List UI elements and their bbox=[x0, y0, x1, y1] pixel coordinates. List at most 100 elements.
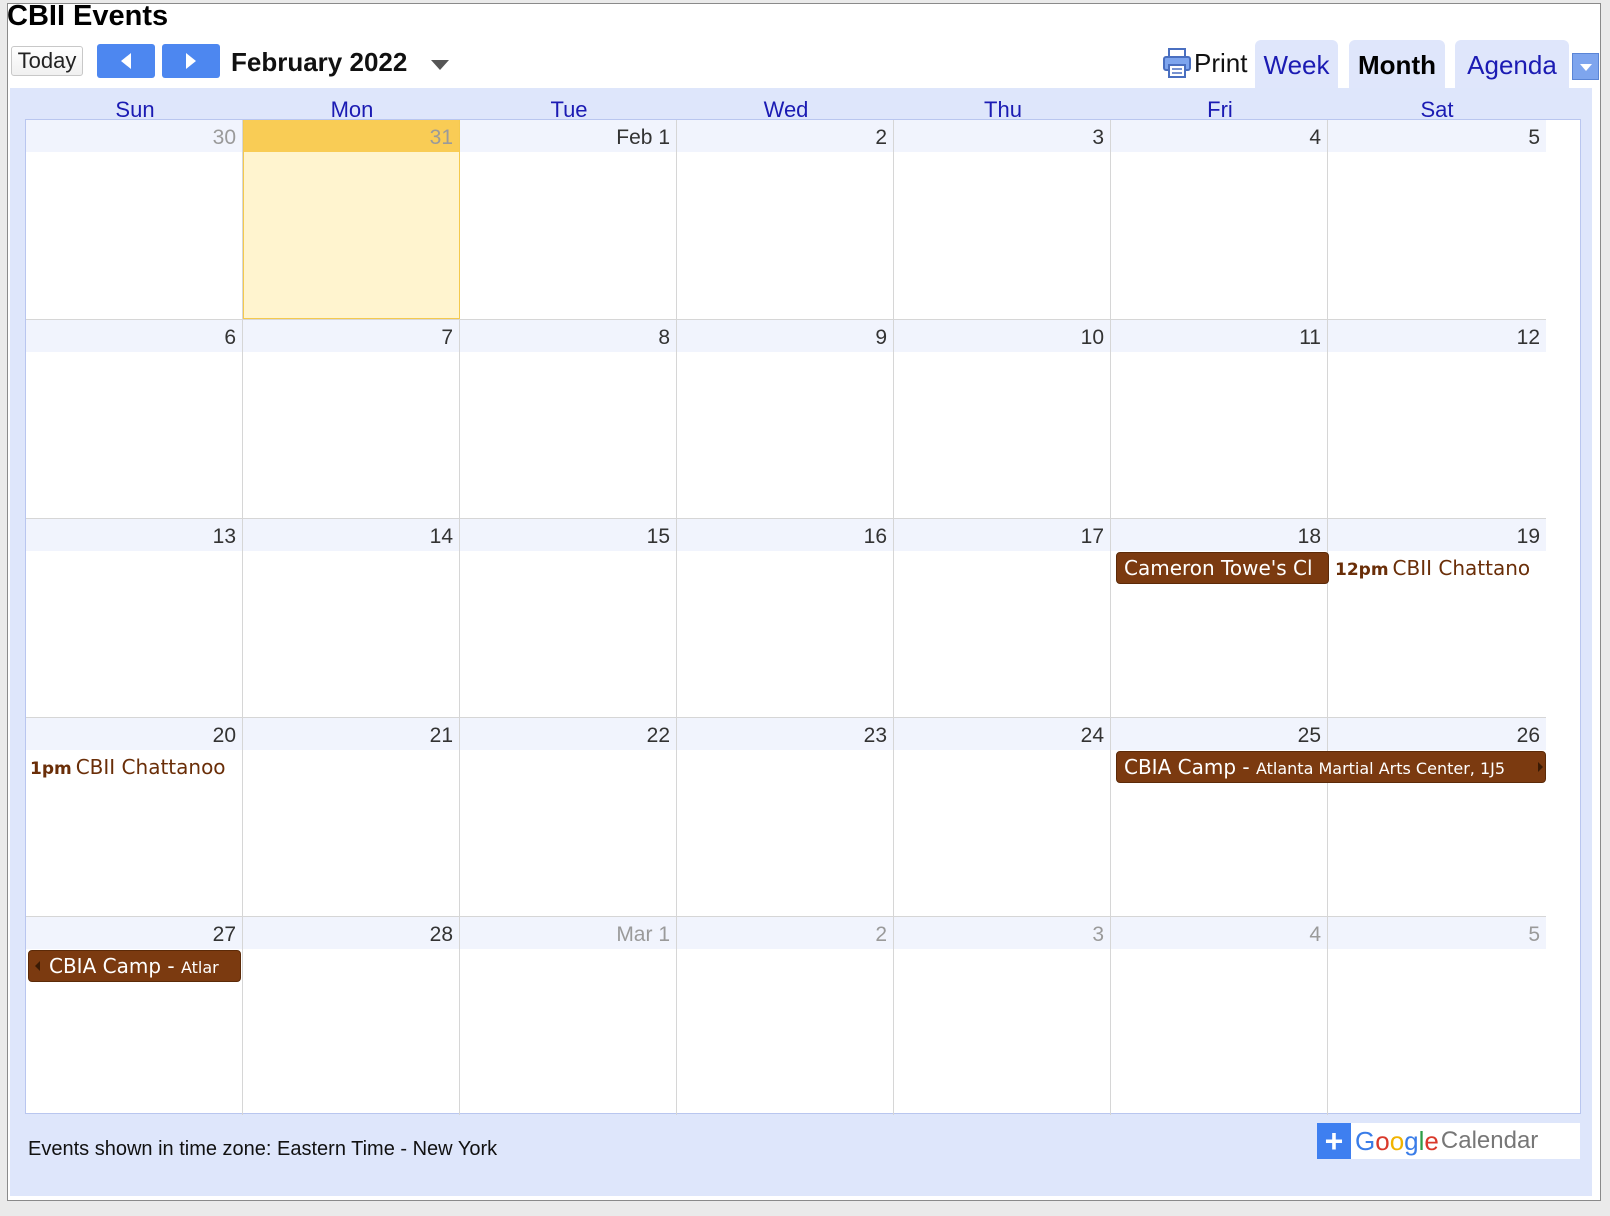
day-cell[interactable]: 16 bbox=[677, 518, 894, 717]
day-cell[interactable]: 15 bbox=[460, 518, 677, 717]
day-number: 14 bbox=[243, 519, 459, 551]
event-title: CBIA Camp bbox=[49, 954, 162, 978]
day-number: 5 bbox=[1328, 917, 1546, 949]
day-cell[interactable]: 11 bbox=[1111, 319, 1328, 518]
day-number: 31 bbox=[244, 120, 459, 152]
day-number: 21 bbox=[243, 718, 459, 750]
event-time: 1pm bbox=[30, 759, 72, 779]
google-logo: Google bbox=[1355, 1125, 1439, 1156]
event-time: 12pm bbox=[1335, 560, 1389, 580]
chevron-right-icon bbox=[186, 53, 196, 69]
chevron-down-icon bbox=[431, 60, 449, 70]
day-cell[interactable]: 27 bbox=[26, 916, 243, 1115]
day-cell[interactable]: 21 bbox=[243, 717, 460, 916]
day-cell[interactable]: 25 bbox=[1111, 717, 1328, 916]
day-number: 5 bbox=[1328, 120, 1546, 152]
chevron-left-icon bbox=[121, 53, 131, 69]
today-button[interactable]: Today bbox=[11, 46, 83, 76]
day-number: 12 bbox=[1328, 320, 1546, 352]
continues-left-icon bbox=[35, 961, 40, 971]
day-cell[interactable]: 3 bbox=[894, 916, 1111, 1115]
day-cell[interactable]: 30 bbox=[26, 120, 243, 319]
day-cell[interactable]: 17 bbox=[894, 518, 1111, 717]
event-separator: - bbox=[161, 954, 181, 978]
day-number: 24 bbox=[894, 718, 1110, 750]
plus-icon: + bbox=[1317, 1123, 1351, 1159]
day-cell[interactable]: 8 bbox=[460, 319, 677, 518]
print-button[interactable]: Print bbox=[1162, 44, 1247, 82]
chevron-down-icon bbox=[1579, 63, 1592, 71]
day-cell[interactable]: 7 bbox=[243, 319, 460, 518]
day-cell[interactable]: 5 bbox=[1328, 120, 1546, 319]
day-number: 20 bbox=[26, 718, 242, 750]
day-cell[interactable]: 3 bbox=[894, 120, 1111, 319]
previous-month-button[interactable] bbox=[97, 44, 155, 78]
event-cbia-camp[interactable]: CBIA Camp - Atlanta Martial Arts Center,… bbox=[1116, 751, 1546, 783]
day-number: 13 bbox=[26, 519, 242, 551]
tab-month[interactable]: Month bbox=[1349, 40, 1445, 90]
continues-right-icon bbox=[1538, 762, 1543, 772]
view-options-dropdown[interactable] bbox=[1572, 53, 1599, 80]
day-cell[interactable]: 19 bbox=[1328, 518, 1546, 717]
day-number: 22 bbox=[460, 718, 676, 750]
event-cbia-camp-continued[interactable]: CBIA Camp - Atlar bbox=[28, 950, 241, 982]
timezone-note: Events shown in time zone: Eastern Time … bbox=[28, 1138, 498, 1160]
day-cell[interactable]: 10 bbox=[894, 319, 1111, 518]
day-cell[interactable]: 28 bbox=[243, 916, 460, 1115]
day-number: Mar 1 bbox=[460, 917, 676, 949]
day-cell[interactable]: 23 bbox=[677, 717, 894, 916]
day-cell[interactable]: Mar 1 bbox=[460, 916, 677, 1115]
day-cell[interactable]: 4 bbox=[1111, 120, 1328, 319]
printer-icon bbox=[1163, 48, 1191, 78]
day-number: 28 bbox=[243, 917, 459, 949]
day-number: 23 bbox=[677, 718, 893, 750]
day-number: 9 bbox=[677, 320, 893, 352]
day-number: 6 bbox=[26, 320, 242, 352]
event-title: CBII Chattanoo bbox=[75, 755, 226, 779]
day-cell[interactable]: 26 bbox=[1328, 717, 1546, 916]
day-number: 16 bbox=[677, 519, 893, 551]
day-cell[interactable]: 20 bbox=[26, 717, 243, 916]
day-number: 26 bbox=[1328, 718, 1546, 750]
day-number: 4 bbox=[1111, 120, 1327, 152]
date-picker-dropdown[interactable] bbox=[427, 56, 453, 76]
day-cell[interactable]: 24 bbox=[894, 717, 1111, 916]
day-number: 17 bbox=[894, 519, 1110, 551]
day-cell[interactable]: 4 bbox=[1111, 916, 1328, 1115]
month-grid: 30 31 Feb 1 2 3 4 5 6 7 8 9 10 11 12 13 14 15 16 17 18 19 20 2… bbox=[25, 119, 1581, 1115]
day-cell[interactable]: 2 bbox=[677, 916, 894, 1115]
day-cell[interactable]: 2 bbox=[677, 120, 894, 319]
tab-agenda[interactable]: Agenda bbox=[1455, 40, 1569, 90]
day-cell[interactable]: 9 bbox=[677, 319, 894, 518]
day-cell[interactable]: 6 bbox=[26, 319, 243, 518]
day-number: 8 bbox=[460, 320, 676, 352]
day-cell[interactable]: 18 bbox=[1111, 518, 1328, 717]
event-cameron-towe[interactable]: Cameron Towe's Cl bbox=[1116, 552, 1329, 584]
day-number: 11 bbox=[1111, 320, 1327, 352]
day-number: 27 bbox=[26, 917, 242, 949]
day-number: 2 bbox=[677, 120, 893, 152]
day-cell[interactable]: 12 bbox=[1328, 319, 1546, 518]
day-number: 4 bbox=[1111, 917, 1327, 949]
tab-week[interactable]: Week bbox=[1255, 40, 1338, 90]
day-cell[interactable]: 22 bbox=[460, 717, 677, 916]
event-separator: - bbox=[1236, 755, 1256, 779]
day-number: Feb 1 bbox=[460, 120, 676, 152]
day-cell[interactable]: 13 bbox=[26, 518, 243, 717]
day-number: 2 bbox=[677, 917, 893, 949]
event-title: Cameron Towe's Cl bbox=[1124, 556, 1313, 580]
add-to-google-calendar-button[interactable]: + Google Calendar bbox=[1317, 1123, 1580, 1159]
day-cell[interactable]: 31 bbox=[243, 120, 460, 319]
day-number: 19 bbox=[1328, 519, 1546, 551]
day-number: 7 bbox=[243, 320, 459, 352]
next-month-button[interactable] bbox=[162, 44, 220, 78]
event-cbii-chattanooga-sat[interactable]: 12pm CBII Chattano bbox=[1335, 556, 1545, 580]
event-title: CBIA Camp bbox=[1124, 755, 1237, 779]
day-cell[interactable]: Feb 1 bbox=[460, 120, 677, 319]
day-cell[interactable]: 14 bbox=[243, 518, 460, 717]
day-cell[interactable]: 5 bbox=[1328, 916, 1546, 1115]
calendar-wordmark: Calendar bbox=[1440, 1127, 1539, 1154]
day-number: 18 bbox=[1111, 519, 1327, 551]
event-title: CBII Chattano bbox=[1392, 556, 1531, 580]
event-cbii-chattanooga-sun[interactable]: 1pm CBII Chattanoo bbox=[30, 755, 244, 779]
